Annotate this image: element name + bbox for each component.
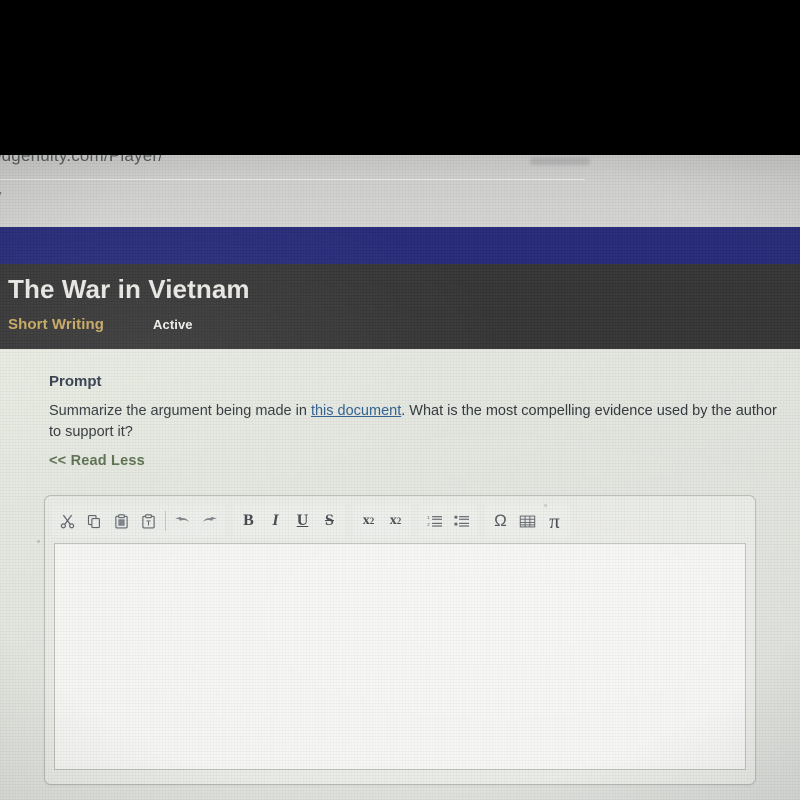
undo-icon[interactable] [169, 507, 196, 535]
cut-icon[interactable] [54, 507, 81, 535]
page-title: The War in Vietnam [8, 274, 250, 304]
superscript-index: 2 [396, 516, 402, 526]
prompt-text-before-link: Summarize the argument being made in [49, 403, 311, 419]
read-less-toggle[interactable]: << Read Less [49, 453, 145, 469]
table-icon[interactable] [514, 507, 541, 535]
chrome-smudge [530, 157, 590, 165]
toolbar-group-lists: 1 2 [419, 505, 477, 537]
toolbar-group-text-format: B I U S [233, 505, 345, 537]
browser-tab-label[interactable]: y [0, 187, 2, 204]
prompt-body: Summarize the argument being made in thi… [49, 401, 787, 443]
superscript-button[interactable]: x2 [382, 507, 409, 535]
svg-text:T: T [146, 520, 151, 527]
redo-icon[interactable] [196, 507, 223, 535]
subscript-index: 2 [369, 516, 375, 526]
essay-textarea[interactable] [54, 543, 746, 770]
rich-text-editor: T B I U S x 2 x 2 1 2 Ω π [44, 495, 756, 785]
subscript-button[interactable]: x2 [355, 507, 382, 535]
bulleted-list-icon[interactable] [448, 507, 475, 535]
copy-icon[interactable] [81, 507, 108, 535]
toolbar-group-insert: Ω π [485, 505, 570, 537]
address-bar-url[interactable]: edgenuity.com/Player/ [0, 155, 163, 166]
activity-type-label: Short Writing [8, 316, 105, 333]
svg-text:1: 1 [427, 515, 430, 520]
special-character-icon[interactable]: Ω [487, 507, 514, 535]
this-document-link[interactable]: this document [311, 403, 401, 419]
activity-meta-row: Short Writing Active [8, 316, 193, 333]
underline-button[interactable]: U [289, 507, 316, 535]
activity-content-pane: Prompt Summarize the argument being made… [0, 349, 800, 800]
superscript-glyph: x [389, 513, 397, 528]
math-icon[interactable]: π [541, 507, 568, 535]
app-navigation-band [0, 227, 800, 264]
editor-toolbar: T B I U S x 2 x 2 1 2 Ω π [52, 503, 748, 539]
chrome-divider [0, 179, 585, 180]
toolbar-group-script-format: x2 x2 [353, 505, 411, 537]
italic-button[interactable]: I [262, 507, 289, 535]
toolbar-group-clipboard: T [52, 505, 225, 537]
activity-header: The War in Vietnam Short Writing Active [0, 264, 800, 349]
browser-chrome-bar: edgenuity.com/Player/ y [0, 155, 800, 227]
strikethrough-button[interactable]: S [316, 507, 343, 535]
bold-button[interactable]: B [235, 507, 262, 535]
svg-text:2: 2 [427, 522, 430, 527]
toolbar-divider [165, 511, 166, 531]
photo-of-monitor: edgenuity.com/Player/ y The War in Vietn… [0, 0, 800, 800]
prompt-heading: Prompt [49, 373, 102, 390]
subscript-glyph: x [362, 513, 370, 528]
numbered-list-icon[interactable]: 1 2 [421, 507, 448, 535]
photo-letterbox-top [0, 0, 800, 155]
paste-icon[interactable] [108, 507, 135, 535]
status-badge: Active [153, 317, 193, 332]
paste-as-text-icon[interactable]: T [135, 507, 162, 535]
